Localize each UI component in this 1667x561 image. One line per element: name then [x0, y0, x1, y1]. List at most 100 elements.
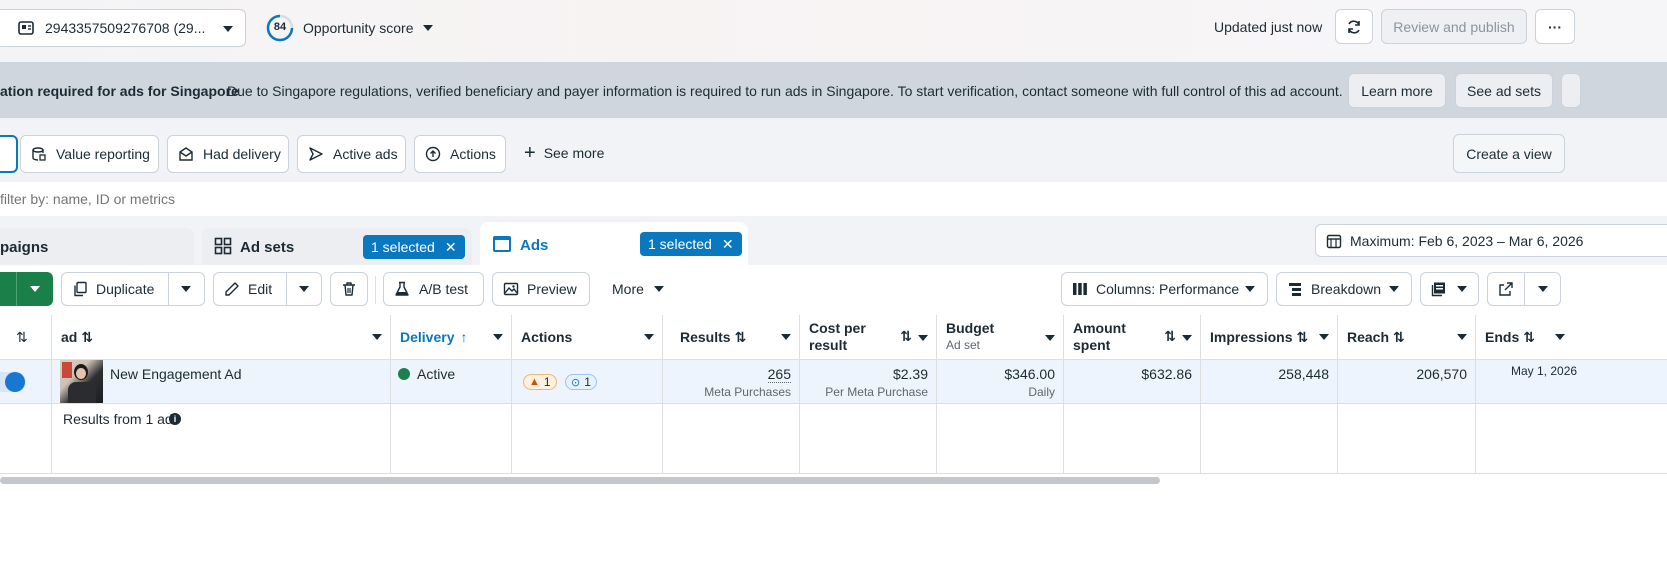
account-id: 2943357509276708 (29...: [45, 20, 206, 36]
delete-button[interactable]: [330, 272, 368, 306]
see-more-button[interactable]: + See more: [524, 143, 604, 163]
alert-message: Due to Singapore regulations, verified b…: [227, 83, 1343, 99]
view-label: Value reporting: [56, 146, 150, 162]
refresh-icon: [1348, 19, 1360, 34]
col-ad-header[interactable]: ad ⇅: [52, 315, 391, 360]
impressions-value: 258,448: [1278, 366, 1329, 382]
chevron-down-icon[interactable]: [1045, 335, 1055, 341]
preview-button[interactable]: Preview: [492, 272, 590, 306]
col-amount-spent-header[interactable]: Amount spent ⇅: [1064, 315, 1201, 360]
col-toggle-header[interactable]: ⇅: [0, 315, 52, 360]
account-selector[interactable]: 2943357509276708 (29...: [0, 9, 246, 47]
review-publish-button[interactable]: Review and publish: [1381, 9, 1527, 44]
horizontal-scrollbar[interactable]: [0, 477, 1160, 484]
chevron-down-icon[interactable]: [781, 334, 791, 340]
chevron-down-icon[interactable]: [299, 286, 309, 292]
ab-test-button[interactable]: A/B test: [383, 272, 484, 306]
warning-badge[interactable]: ▲ 1: [523, 374, 557, 390]
trash-icon: [343, 282, 355, 296]
chevron-down-icon: [223, 26, 233, 32]
chevron-down-icon[interactable]: [1182, 335, 1192, 341]
col-actions-header[interactable]: Actions: [512, 315, 663, 360]
pencil-icon: [225, 282, 239, 296]
tab-label: Ads: [520, 237, 549, 254]
ads-selected-chip[interactable]: 1 selected ✕: [640, 232, 742, 256]
view-actions[interactable]: Actions: [414, 135, 506, 173]
view-value-reporting[interactable]: Value reporting: [20, 135, 159, 173]
summary-cell: [937, 404, 1064, 474]
score-label: Opportunity score: [303, 20, 414, 36]
image-icon: [503, 282, 519, 296]
duplicate-button[interactable]: Duplicate: [61, 272, 205, 306]
opportunity-count: 1: [584, 375, 591, 389]
summary-cell: [1201, 404, 1338, 474]
grid-icon: [214, 237, 232, 255]
view-label: Had delivery: [203, 146, 281, 162]
view-active-ads[interactable]: Active ads: [297, 135, 406, 173]
col-cost-header[interactable]: Cost per result ⇅: [800, 315, 937, 360]
chevron-down-icon[interactable]: [644, 334, 654, 340]
view-had-delivery[interactable]: Had delivery: [167, 135, 289, 173]
chevron-down-icon[interactable]: [1538, 286, 1548, 292]
summary-cell: [391, 404, 512, 474]
col-delivery-header[interactable]: Delivery ↑: [391, 315, 512, 360]
more-dropdown[interactable]: More: [612, 281, 664, 297]
chevron-down-icon: [653, 286, 664, 292]
adsets-selected-chip[interactable]: 1 selected ✕: [363, 235, 465, 259]
chevron-down-icon[interactable]: [918, 335, 928, 341]
export-button[interactable]: [1487, 272, 1561, 306]
active-status-dot: [398, 368, 410, 380]
view-chip-selected[interactable]: [0, 135, 18, 173]
alert-extra-button[interactable]: [1561, 73, 1581, 108]
chevron-down-icon: [1389, 286, 1399, 292]
reports-icon: [1431, 282, 1445, 297]
warning-count: 1: [543, 375, 551, 389]
results-value[interactable]: 265: [767, 366, 791, 383]
search-input[interactable]: [0, 188, 700, 210]
more-options-button[interactable]: ···: [1535, 9, 1575, 44]
updated-status: Updated just now: [1214, 19, 1323, 35]
create-button[interactable]: [0, 272, 16, 306]
learn-more-button[interactable]: Learn more: [1348, 73, 1446, 108]
chip-label: 1 selected: [648, 236, 712, 252]
create-view-button[interactable]: Create a view: [1453, 134, 1565, 173]
see-ad-sets-button[interactable]: See ad sets: [1455, 73, 1553, 108]
cost-value: $2.39: [892, 366, 928, 382]
chevron-down-icon[interactable]: [372, 334, 382, 340]
chevron-down-icon: [1457, 286, 1467, 292]
col-reach-header[interactable]: Reach ⇅: [1338, 315, 1476, 360]
create-dropdown-button[interactable]: [16, 272, 53, 306]
chevron-down-icon[interactable]: [1555, 334, 1565, 340]
tab-ads[interactable]: Ads 1 selected ✕: [480, 222, 748, 266]
col-ends-header[interactable]: Ends ⇅: [1476, 315, 1667, 360]
breakdown-button[interactable]: Breakdown: [1276, 272, 1412, 306]
tab-ad-sets[interactable]: Ad sets 1 selected ✕: [202, 228, 472, 266]
chevron-down-icon[interactable]: [1457, 334, 1467, 340]
date-range-picker[interactable]: Maximum: Feb 6, 2023 – Mar 6, 2026: [1315, 224, 1667, 257]
top-bar: 2943357509276708 (29... 84 Opportunity s…: [0, 0, 1667, 62]
columns-button[interactable]: Columns: Performance: [1061, 272, 1268, 306]
reports-button[interactable]: [1420, 272, 1479, 306]
chevron-down-icon[interactable]: [181, 286, 191, 292]
opportunity-badge[interactable]: ⊙ 1: [565, 374, 597, 390]
close-icon[interactable]: ✕: [445, 239, 457, 256]
actions-icon: [425, 146, 441, 162]
impressions-cell: 258,448: [1201, 360, 1338, 404]
edit-button[interactable]: Edit: [213, 272, 322, 306]
budget-value[interactable]: $346.00: [1004, 366, 1055, 382]
info-icon[interactable]: i: [169, 413, 181, 425]
on-off-toggle[interactable]: [0, 372, 26, 392]
col-impressions-header[interactable]: Impressions ⇅: [1201, 315, 1338, 360]
tab-campaigns[interactable]: paigns: [0, 228, 194, 266]
chevron-down-icon[interactable]: [1319, 334, 1329, 340]
col-label: Reach: [1347, 329, 1390, 345]
refresh-button[interactable]: [1335, 9, 1373, 44]
calendar-icon: [1326, 234, 1342, 248]
opportunity-score[interactable]: 84 Opportunity score: [266, 14, 433, 42]
close-icon[interactable]: ✕: [722, 236, 734, 253]
col-results-header[interactable]: Results ⇅: [663, 315, 800, 360]
chevron-down-icon[interactable]: [493, 334, 503, 340]
ad-name-link[interactable]: New Engagement Ad: [110, 366, 242, 382]
col-budget-header[interactable]: Budget Ad set: [937, 315, 1064, 360]
create-view-label: Create a view: [1466, 145, 1552, 162]
